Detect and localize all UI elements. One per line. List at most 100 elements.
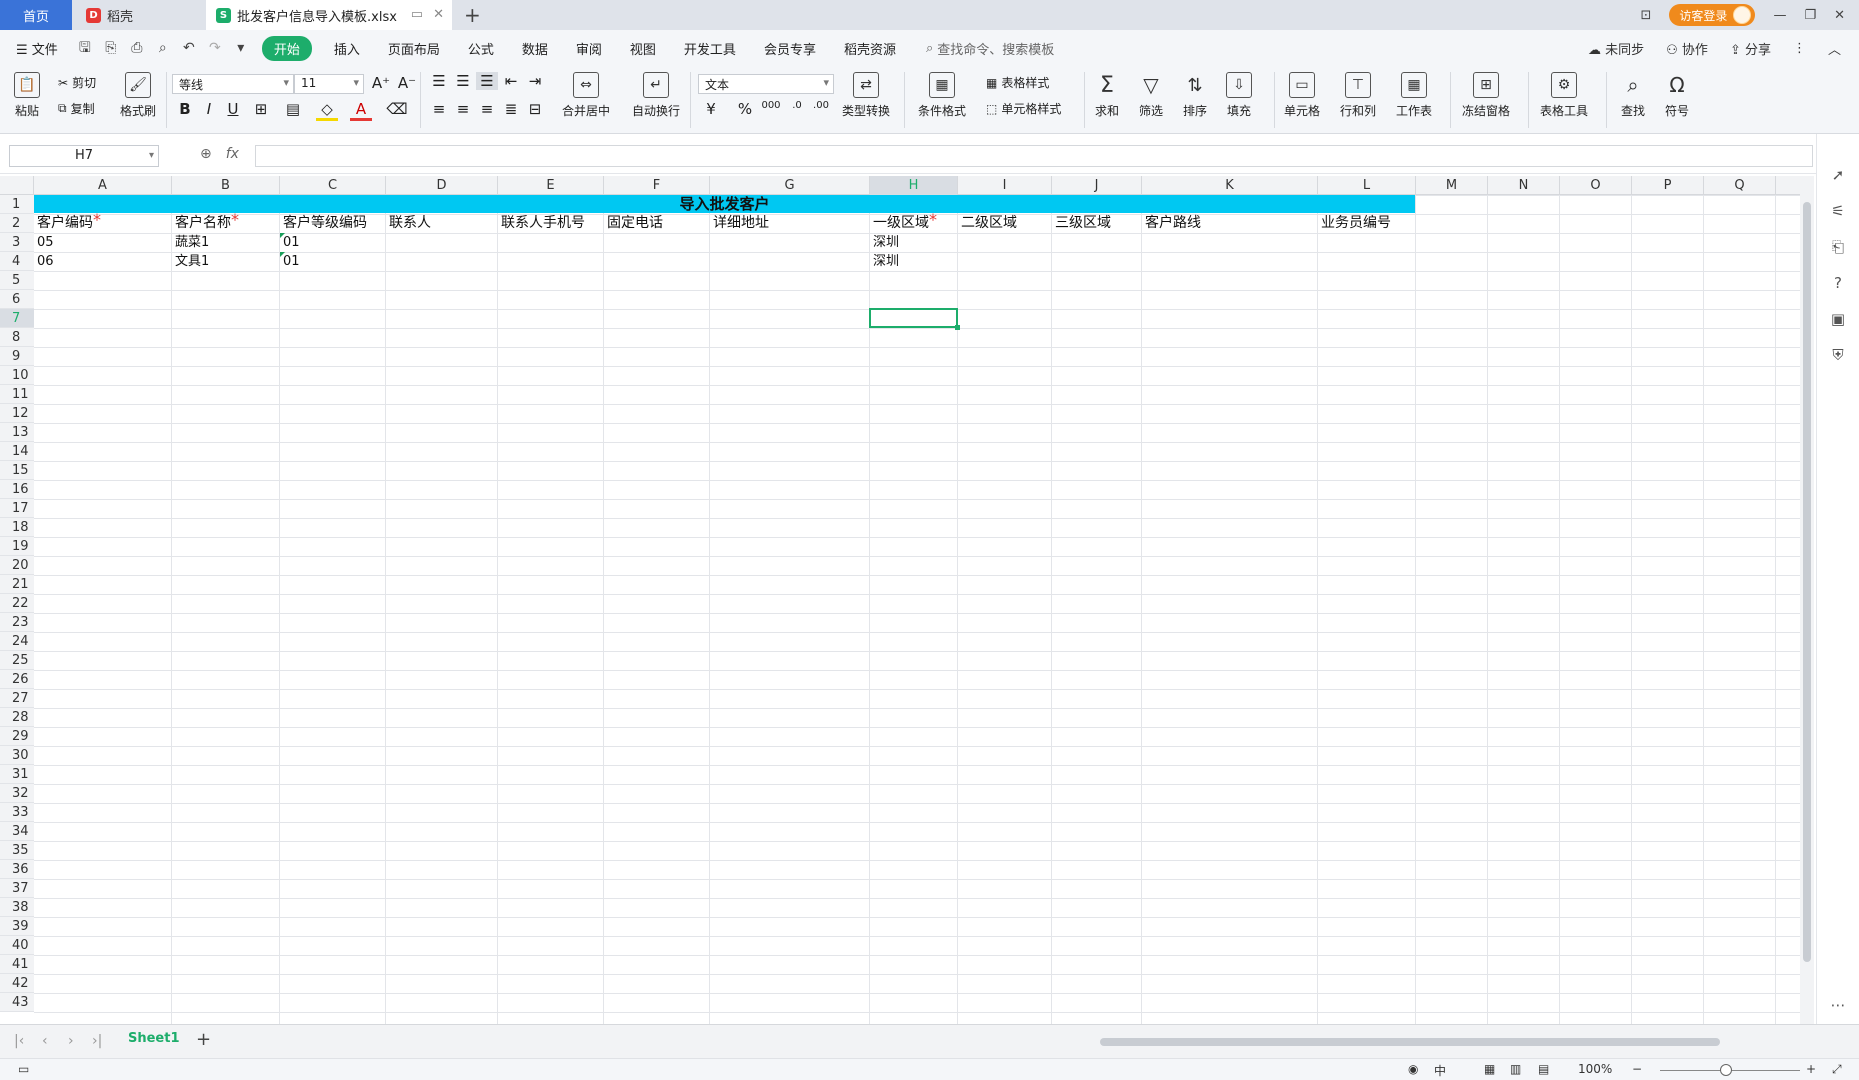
data-cell[interactable]: 深圳 (870, 252, 899, 271)
share-button[interactable]: ⇪ 分享 (1730, 39, 1771, 58)
column-header-j[interactable]: J (1052, 176, 1142, 195)
column-header-p[interactable]: P (1632, 176, 1704, 195)
input-method-icon[interactable]: 中 (1434, 1062, 1446, 1079)
decrease-decimal-icon[interactable]: .00 (810, 100, 832, 111)
shield-icon[interactable]: ⛨ (1829, 346, 1847, 364)
freeze-panes-button[interactable]: ⊞ 冻结窗格 (1462, 72, 1510, 119)
row-header-6[interactable]: 6 (0, 290, 34, 309)
clear-format-icon[interactable]: ⌫ (386, 100, 408, 118)
select-all-corner[interactable] (0, 176, 34, 195)
indent-increase-icon[interactable]: ⇥ (524, 72, 546, 90)
fill-color-icon[interactable]: ◇ (316, 100, 338, 121)
row-header-12[interactable]: 12 (0, 404, 34, 423)
row-header-10[interactable]: 10 (0, 366, 34, 385)
bold-icon[interactable]: B (174, 100, 196, 118)
pin-icon[interactable]: ▭ (411, 7, 423, 22)
decrease-font-icon[interactable]: A⁻ (396, 74, 418, 92)
row-header-21[interactable]: 21 (0, 575, 34, 594)
header-cell[interactable]: 客户路线 (1142, 214, 1201, 233)
column-header-k[interactable]: K (1142, 176, 1318, 195)
page-layout-view-icon[interactable]: ▥ (1510, 1062, 1521, 1076)
sort-button[interactable]: ⇅ 排序 (1182, 72, 1208, 119)
spreadsheet-grid[interactable]: ABCDEFGHIJKLMNOPQ 1 2 3 4 5 6 7 8 9 10 11 12 13 14 15 1… (0, 176, 1800, 1024)
increase-font-icon[interactable]: A⁺ (370, 74, 392, 92)
column-header-i[interactable]: I (958, 176, 1052, 195)
data-cell[interactable]: 文具1 (172, 252, 209, 271)
zoom-out-icon[interactable]: − (1632, 1062, 1642, 1076)
row-header-40[interactable]: 40 (0, 936, 34, 955)
row-header-25[interactable]: 25 (0, 651, 34, 670)
close-window-icon[interactable]: ✕ (1834, 8, 1845, 23)
table-style-button[interactable]: ▦ 表格样式 (986, 74, 1049, 91)
align-bottom-icon[interactable]: ☰ (476, 72, 498, 90)
menu-formula[interactable]: 公式 (454, 39, 508, 58)
header-cell[interactable]: 三级区域 (1052, 214, 1111, 233)
header-cell[interactable]: 联系人 (386, 214, 431, 233)
print-preview-icon[interactable]: ⌕ (154, 39, 172, 57)
row-header-20[interactable]: 20 (0, 556, 34, 575)
column-header-n[interactable]: N (1488, 176, 1560, 195)
row-header-27[interactable]: 27 (0, 689, 34, 708)
export-pdf-icon[interactable]: ⎘ (102, 39, 120, 57)
menu-daoke-resources[interactable]: 稻壳资源 (830, 39, 910, 58)
zoom-in-icon[interactable]: + (1806, 1062, 1816, 1076)
name-box[interactable]: H7 (9, 145, 159, 167)
close-tab-icon[interactable]: ✕ (433, 7, 444, 22)
conditional-format-button[interactable]: ▦ 条件格式 (918, 72, 966, 119)
menu-page-layout[interactable]: 页面布局 (374, 39, 454, 58)
window-layout-icon[interactable]: ⊡ (1641, 8, 1652, 23)
sheet-view-icon[interactable]: ▭ (18, 1062, 29, 1076)
row-header-30[interactable]: 30 (0, 746, 34, 765)
column-header-g[interactable]: G (710, 176, 870, 195)
header-cell[interactable]: 详细地址 (710, 214, 769, 233)
column-header-a[interactable]: A (34, 176, 172, 195)
row-header-37[interactable]: 37 (0, 879, 34, 898)
restore-icon[interactable]: ❐ (1804, 8, 1816, 23)
collapse-ribbon-icon[interactable]: ︿ (1828, 39, 1841, 58)
row-header-19[interactable]: 19 (0, 537, 34, 556)
column-header-d[interactable]: D (386, 176, 498, 195)
data-cell[interactable]: 05 (34, 233, 54, 252)
formula-input[interactable] (255, 145, 1813, 167)
eye-protect-icon[interactable]: ◉ (1408, 1062, 1418, 1076)
row-header-3[interactable]: 3 (0, 233, 34, 252)
row-header-8[interactable]: 8 (0, 328, 34, 347)
header-cell[interactable]: 客户等级编码 (280, 214, 367, 233)
add-sheet-button[interactable]: + (196, 1029, 211, 1050)
column-header-q[interactable]: Q (1704, 176, 1776, 195)
wrap-text-button[interactable]: ↵ 自动换行 (632, 72, 680, 119)
row-header-13[interactable]: 13 (0, 423, 34, 442)
row-header-32[interactable]: 32 (0, 784, 34, 803)
zoom-slider-handle[interactable] (1720, 1064, 1732, 1076)
font-color-icon[interactable]: A (350, 100, 372, 121)
next-sheet-icon[interactable]: › (68, 1033, 74, 1049)
row-col-button[interactable]: ⊤ 行和列 (1340, 72, 1376, 119)
row-header-4[interactable]: 4 (0, 252, 34, 271)
indent-decrease-icon[interactable]: ⇤ (500, 72, 522, 90)
sheet-title-banner[interactable]: 导入批发客户 (34, 195, 1415, 213)
fill-button[interactable]: ⇩ 填充 (1226, 72, 1252, 119)
row-header-17[interactable]: 17 (0, 499, 34, 518)
table-tools-button[interactable]: ⚙ 表格工具 (1540, 72, 1588, 119)
underline-icon[interactable]: U (222, 100, 244, 118)
row-header-39[interactable]: 39 (0, 917, 34, 936)
menu-data[interactable]: 数据 (508, 39, 562, 58)
number-format-select[interactable]: 文本 (698, 74, 834, 94)
cell-area[interactable]: 导入批发客户 客户编码* 客户名称* 客户等级编码 联系人 联系人手机号 固定电话 详细地址一… (34, 195, 1800, 1024)
row-header-33[interactable]: 33 (0, 803, 34, 822)
command-search[interactable]: ⌕ 查找命令、搜索模板 (926, 39, 1054, 58)
last-sheet-icon[interactable]: ›| (92, 1033, 102, 1049)
find-button[interactable]: ⌕ 查找 (1620, 72, 1646, 119)
menu-insert[interactable]: 插入 (320, 39, 374, 58)
row-header-34[interactable]: 34 (0, 822, 34, 841)
minimize-icon[interactable]: — (1773, 8, 1786, 23)
collab-button[interactable]: ⚇ 协作 (1666, 39, 1708, 58)
shading-icon[interactable]: ▤ (282, 100, 304, 118)
horizontal-scroll-thumb[interactable] (1100, 1038, 1720, 1046)
column-header-o[interactable]: O (1560, 176, 1632, 195)
prev-sheet-icon[interactable]: ‹ (42, 1033, 48, 1049)
font-size-select[interactable]: 11 (294, 74, 364, 94)
header-cell[interactable]: 业务员编号 (1318, 214, 1391, 233)
row-header-26[interactable]: 26 (0, 670, 34, 689)
row-header-23[interactable]: 23 (0, 613, 34, 632)
